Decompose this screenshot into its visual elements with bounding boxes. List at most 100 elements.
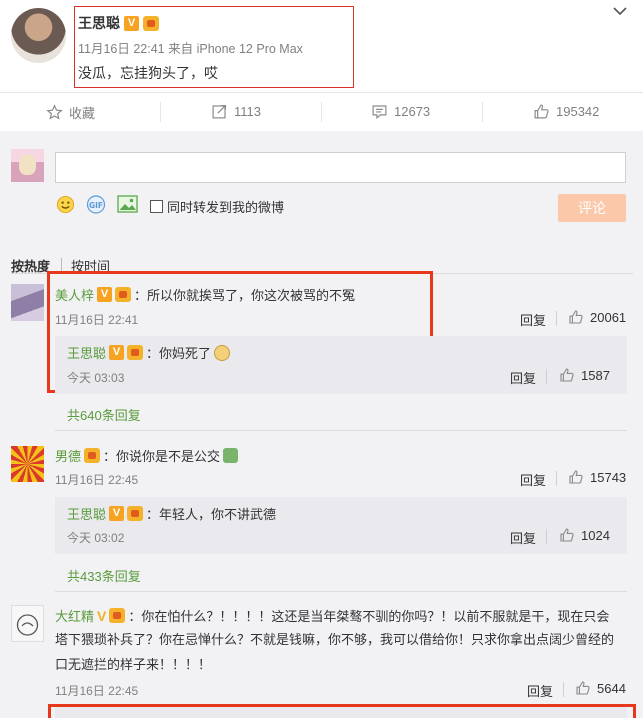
comment-text: ：你说你是不是公交 — [103, 449, 221, 464]
post-author-avatar[interactable] — [11, 8, 66, 63]
comment-text-line1: ：你在怕什么？！！！！这还是当年桀骜不驯的你吗？！以前不服就是干，现在只会 — [128, 609, 610, 624]
vip-v-icon: V — [97, 607, 107, 624]
thumbs-up-icon — [560, 528, 574, 542]
comment-action-separator — [556, 311, 557, 326]
comment-reply-button[interactable]: 回复 — [520, 470, 546, 489]
comment-time: 11月16日 22:45 — [55, 684, 139, 698]
vip-badge-icon — [115, 287, 132, 302]
thumbs-up-icon — [560, 368, 574, 382]
comment-action-separator — [546, 369, 547, 384]
comment-author-row: 大红精 V ：你在怕什么？！！！！这还是当年桀骜不驯的你吗？！以前不服就是干，现… — [55, 606, 609, 625]
comment-author-row: 男德 ：你说你是不是公交 — [55, 446, 239, 465]
verified-badge-icon: V — [124, 15, 139, 31]
favorite-label: 收藏 — [69, 106, 96, 121]
gif-icon[interactable]: GIF — [86, 195, 106, 214]
comment-like-button[interactable]: 20061 — [568, 309, 626, 325]
sort-tab-divider — [61, 258, 62, 272]
comment-action-separator — [546, 529, 547, 544]
vip-badge-icon — [109, 608, 126, 623]
thumbs-up-icon — [569, 310, 583, 324]
image-upload-icon[interactable] — [117, 195, 138, 213]
star-icon — [46, 104, 63, 120]
thumbs-up-icon — [576, 681, 590, 695]
post-text: 没瓜，忘挂狗头了，哎 — [78, 65, 218, 81]
like-button[interactable]: 195342 — [533, 103, 599, 120]
more-replies-link[interactable]: 共640条回复 — [67, 405, 141, 424]
sub-reply-block-partial — [55, 707, 627, 718]
comment-like-count: 15743 — [590, 469, 627, 485]
comment-author[interactable]: 美人梓 — [55, 285, 94, 304]
action-separator — [482, 102, 483, 122]
like-count: 195342 — [556, 104, 600, 119]
emoji-icon — [223, 448, 239, 463]
action-separator — [160, 102, 161, 122]
sub-reply-like-count: 1587 — [581, 367, 610, 383]
comment-text-line2: 塔下猥琐补兵了？你在忌惮什么？不就是钱嘛，你不够，我可以借给你！只求你拿出点阔少… — [55, 632, 615, 647]
comment-avatar[interactable] — [11, 284, 44, 321]
favorite-button[interactable]: 收藏 — [46, 103, 95, 122]
composer-avatar — [11, 149, 44, 182]
vip-badge-icon — [143, 15, 159, 31]
comment-icon — [372, 105, 387, 120]
comment-author[interactable]: 男德 — [55, 446, 81, 465]
sync-repost-label: 同时转发到我的微博 — [167, 200, 285, 215]
repost-count: 1113 — [234, 104, 261, 119]
verified-badge-icon: V — [97, 287, 113, 302]
thumbs-up-icon — [569, 470, 583, 484]
sub-reply-time: 今天 03:03 — [67, 371, 125, 385]
sub-reply-author[interactable]: 王思聪 — [67, 343, 106, 362]
comment-button[interactable]: 12673 — [371, 103, 430, 120]
comment-reply-button[interactable]: 回复 — [520, 310, 546, 329]
comment-author[interactable]: 大红精 — [55, 606, 94, 625]
comment-divider — [55, 430, 627, 431]
comment-avatar[interactable] — [11, 605, 44, 642]
sub-reply-text: ：你妈死了 — [146, 346, 212, 361]
svg-text:GIF: GIF — [89, 201, 103, 210]
sub-reply-like-button[interactable]: 1024 — [559, 527, 610, 543]
vip-badge-icon — [84, 448, 101, 463]
sub-reply-reply-button[interactable]: 回复 — [510, 368, 536, 387]
sub-reply-time: 今天 03:02 — [67, 531, 125, 545]
sync-repost-option[interactable]: 同时转发到我的微博 — [150, 197, 284, 216]
comment-reply-button[interactable]: 回复 — [527, 681, 553, 700]
comment-count: 12673 — [394, 104, 431, 119]
post-meta: 11月16日 22:41 来自 iPhone 12 Pro Max — [78, 42, 303, 56]
comment-text-line3: 口无遮拦的样子来！！！！ — [55, 657, 212, 672]
emoji-icon[interactable] — [56, 195, 75, 214]
sub-reply-text: ：年轻人，你不讲武德 — [146, 507, 277, 522]
comment-time: 11月16日 22:45 — [55, 473, 139, 487]
repost-button[interactable]: 1113 — [211, 103, 261, 120]
comment-like-button[interactable]: 15743 — [568, 469, 626, 485]
vip-badge-icon — [127, 506, 144, 521]
comment-text: ：所以你就挨骂了，你这次被骂的不冤 — [134, 288, 356, 303]
more-replies-link[interactable]: 共433条回复 — [67, 566, 141, 585]
sub-reply-like-count: 1024 — [581, 527, 610, 543]
sub-reply-reply-button[interactable]: 回复 — [510, 528, 536, 547]
vip-badge-icon — [127, 345, 144, 360]
comment-input[interactable] — [55, 152, 626, 183]
sub-reply-like-button[interactable]: 1587 — [559, 367, 610, 383]
verified-badge-icon: V — [109, 345, 125, 360]
comment-time: 11月16日 22:41 — [55, 313, 139, 327]
comment-like-button[interactable]: 5644 — [575, 680, 626, 696]
comment-like-count: 5644 — [597, 680, 626, 696]
post-author-name[interactable]: 王思聪 — [78, 13, 120, 33]
comment-divider — [55, 591, 627, 592]
submit-comment-button[interactable]: 评论 — [558, 194, 626, 222]
sub-reply-author-row: 王思聪 V ：年轻人，你不讲武德 — [67, 504, 276, 523]
comment-action-separator — [556, 471, 557, 486]
sub-reply-author-row: 王思聪 V ：你妈死了 — [67, 343, 231, 362]
comment-author-row: 美人梓 V ：所以你就挨骂了，你这次被骂的不冤 — [55, 285, 355, 304]
sub-reply-author[interactable]: 王思聪 — [67, 504, 106, 523]
comment-action-separator — [563, 682, 564, 697]
repost-icon — [212, 104, 227, 119]
post-author-row: 王思聪 V — [78, 13, 159, 33]
thumbs-up-icon — [534, 104, 549, 119]
doge-emoji-icon — [214, 344, 231, 361]
sync-repost-checkbox[interactable] — [150, 200, 163, 213]
comment-like-count: 20061 — [590, 309, 627, 325]
verified-badge-icon: V — [109, 506, 125, 521]
action-separator — [321, 102, 322, 122]
comment-avatar[interactable] — [11, 446, 44, 482]
post-menu-chevron-icon[interactable] — [612, 4, 628, 18]
